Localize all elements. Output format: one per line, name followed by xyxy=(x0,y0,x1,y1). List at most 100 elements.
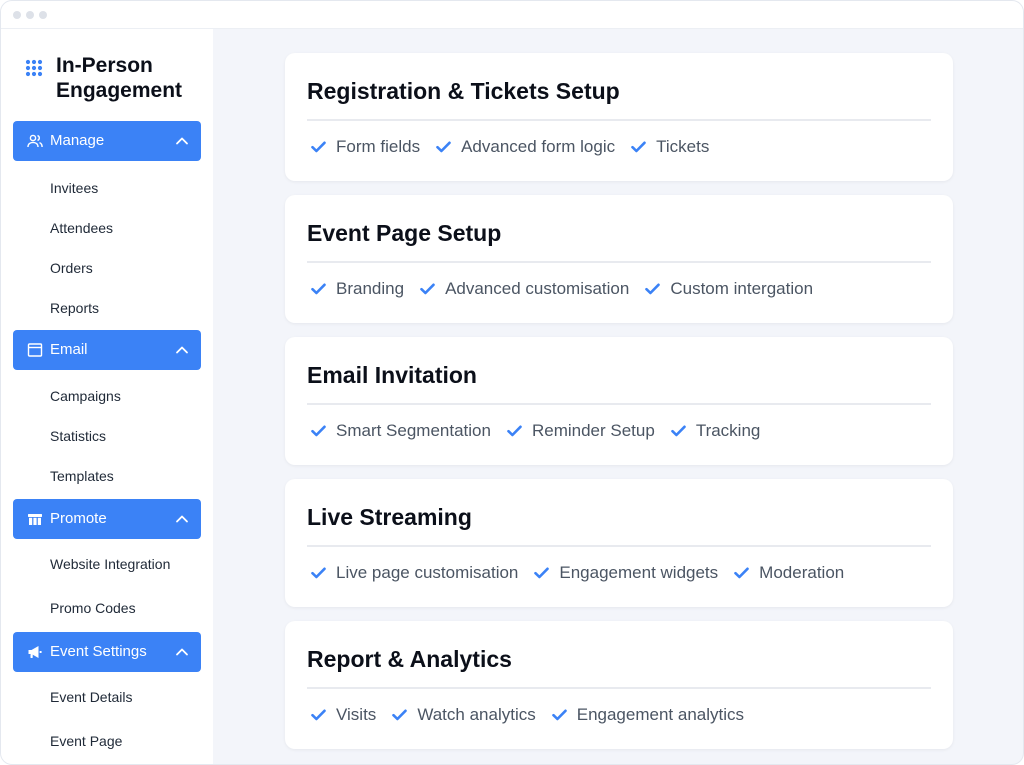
sidebar: In-Person Engagement Manage Invitees Att… xyxy=(1,29,213,764)
feature-item: Tickets xyxy=(631,137,709,157)
feature-label: Visits xyxy=(336,705,377,724)
check-icon xyxy=(311,709,326,721)
sidebar-item-templates[interactable]: Templates xyxy=(50,467,114,485)
feature-card-live-streaming: Live Streaming Live page customisation E… xyxy=(285,479,953,607)
card-title: Event Page Setup xyxy=(307,220,502,246)
feature-list: Branding Advanced customisation Custom i… xyxy=(311,279,829,299)
feature-card-email-invitation: Email Invitation Smart Segmentation Remi… xyxy=(285,337,953,465)
feature-label: Custom intergation xyxy=(670,279,814,298)
feature-list: Form fields Advanced form logic Tickets xyxy=(311,137,725,157)
feature-label: Branding xyxy=(336,279,405,298)
feature-label: Moderation xyxy=(759,563,845,582)
feature-item: Branding xyxy=(311,279,404,299)
feature-label: Reminder Setup xyxy=(531,421,655,440)
feature-item: Smart Segmentation xyxy=(311,421,491,441)
feature-card-event-page: Event Page Setup Branding Advanced custo… xyxy=(285,195,953,323)
check-icon xyxy=(311,567,326,579)
sidebar-item-promo-codes[interactable]: Promo Codes xyxy=(50,599,136,617)
check-icon xyxy=(734,567,749,579)
browser-window-icon xyxy=(27,343,43,357)
sidebar-item-event-page[interactable]: Event Page xyxy=(50,732,122,750)
check-icon xyxy=(420,283,435,295)
chevron-up-icon xyxy=(176,346,188,354)
feature-label: Live page customisation xyxy=(336,563,519,582)
check-icon xyxy=(311,425,326,437)
sidebar-item-campaigns[interactable]: Campaigns xyxy=(50,387,121,405)
sidebar-item-event-details[interactable]: Event Details xyxy=(50,688,132,706)
sidebar-item-attendees[interactable]: Attendees xyxy=(50,219,113,237)
check-icon xyxy=(392,709,408,721)
sidebar-item-reports[interactable]: Reports xyxy=(50,299,99,317)
card-divider xyxy=(307,545,931,547)
feature-label: Advanced customisation xyxy=(445,279,630,298)
section-email-button[interactable]: Email xyxy=(13,330,201,370)
sidebar-item-statistics[interactable]: Statistics xyxy=(50,427,106,445)
check-icon xyxy=(645,283,661,295)
section-manage-label: Manage xyxy=(50,132,105,149)
feature-label: Watch analytics xyxy=(417,705,536,724)
grid-icon xyxy=(25,59,43,77)
feature-list: Visits Watch analytics Engagement analyt… xyxy=(311,705,760,725)
check-icon xyxy=(311,141,326,153)
feature-label: Form fields xyxy=(336,137,421,156)
feature-item: Reminder Setup xyxy=(507,421,655,441)
section-event-settings-label: Event Settings xyxy=(50,643,147,660)
card-title: Registration & Tickets Setup xyxy=(307,78,620,104)
chevron-up-icon xyxy=(176,648,188,656)
feature-card-report-analytics: Report & Analytics Visits Watch analytic… xyxy=(285,621,953,749)
check-icon xyxy=(311,283,326,295)
section-promote-label: Promote xyxy=(50,510,107,527)
feature-label: Engagement widgets xyxy=(559,563,719,582)
sidebar-item-website-integration[interactable]: Website Integration xyxy=(50,555,170,573)
section-promote-button[interactable]: Promote xyxy=(13,499,201,539)
feature-item: Engagement analytics xyxy=(551,705,745,725)
feature-card-registration: Registration & Tickets Setup Form fields… xyxy=(285,53,953,181)
check-icon xyxy=(436,141,451,153)
chevron-up-icon xyxy=(176,137,188,145)
feature-item: Custom intergation xyxy=(645,279,813,299)
feature-item: Watch analytics xyxy=(392,705,536,725)
app-window: In-Person Engagement Manage Invitees Att… xyxy=(0,0,1024,765)
feature-item: Engagement widgets xyxy=(534,563,718,583)
card-divider xyxy=(307,119,931,121)
store-icon xyxy=(28,514,42,525)
sidebar-item-orders[interactable]: Orders xyxy=(50,259,93,277)
feature-label: Engagement analytics xyxy=(576,705,745,724)
feature-item: Visits xyxy=(311,705,376,725)
feature-label: Tickets xyxy=(656,137,710,156)
feature-item: Advanced customisation xyxy=(420,279,629,299)
window-dot-icon xyxy=(13,11,21,19)
card-title: Live Streaming xyxy=(307,504,472,530)
feature-item: Live page customisation xyxy=(311,563,518,583)
app-title: In-Person Engagement xyxy=(56,54,183,102)
users-icon xyxy=(27,134,43,148)
feature-item: Form fields xyxy=(311,137,420,157)
card-title: Report & Analytics xyxy=(307,646,512,672)
window-dot-icon xyxy=(39,11,47,19)
chevron-up-icon xyxy=(176,515,188,523)
card-title: Email Invitation xyxy=(307,362,477,388)
check-icon xyxy=(507,425,522,437)
section-event-settings-button[interactable]: Event Settings xyxy=(13,632,201,672)
sidebar-item-invitees[interactable]: Invitees xyxy=(50,179,98,197)
window-dot-icon xyxy=(26,11,34,19)
check-icon xyxy=(631,141,646,153)
feature-item: Moderation xyxy=(734,563,844,583)
feature-label: Advanced form logic xyxy=(461,137,616,156)
feature-label: Smart Segmentation xyxy=(336,421,491,440)
card-divider xyxy=(307,687,931,689)
check-icon xyxy=(671,425,686,437)
section-email-label: Email xyxy=(50,341,88,358)
check-icon xyxy=(534,567,550,579)
card-divider xyxy=(307,261,931,263)
window-titlebar xyxy=(1,1,1023,29)
feature-item: Tracking xyxy=(671,421,761,441)
feature-list: Smart Segmentation Reminder Setup Tracki… xyxy=(311,421,776,441)
feature-label: Tracking xyxy=(695,421,761,440)
feature-item: Advanced form logic xyxy=(436,137,615,157)
card-divider xyxy=(307,403,931,405)
megaphone-icon xyxy=(28,646,42,658)
section-manage-button[interactable]: Manage xyxy=(13,121,201,161)
check-icon xyxy=(551,709,567,721)
feature-list: Live page customisation Engagement widge… xyxy=(311,563,860,583)
